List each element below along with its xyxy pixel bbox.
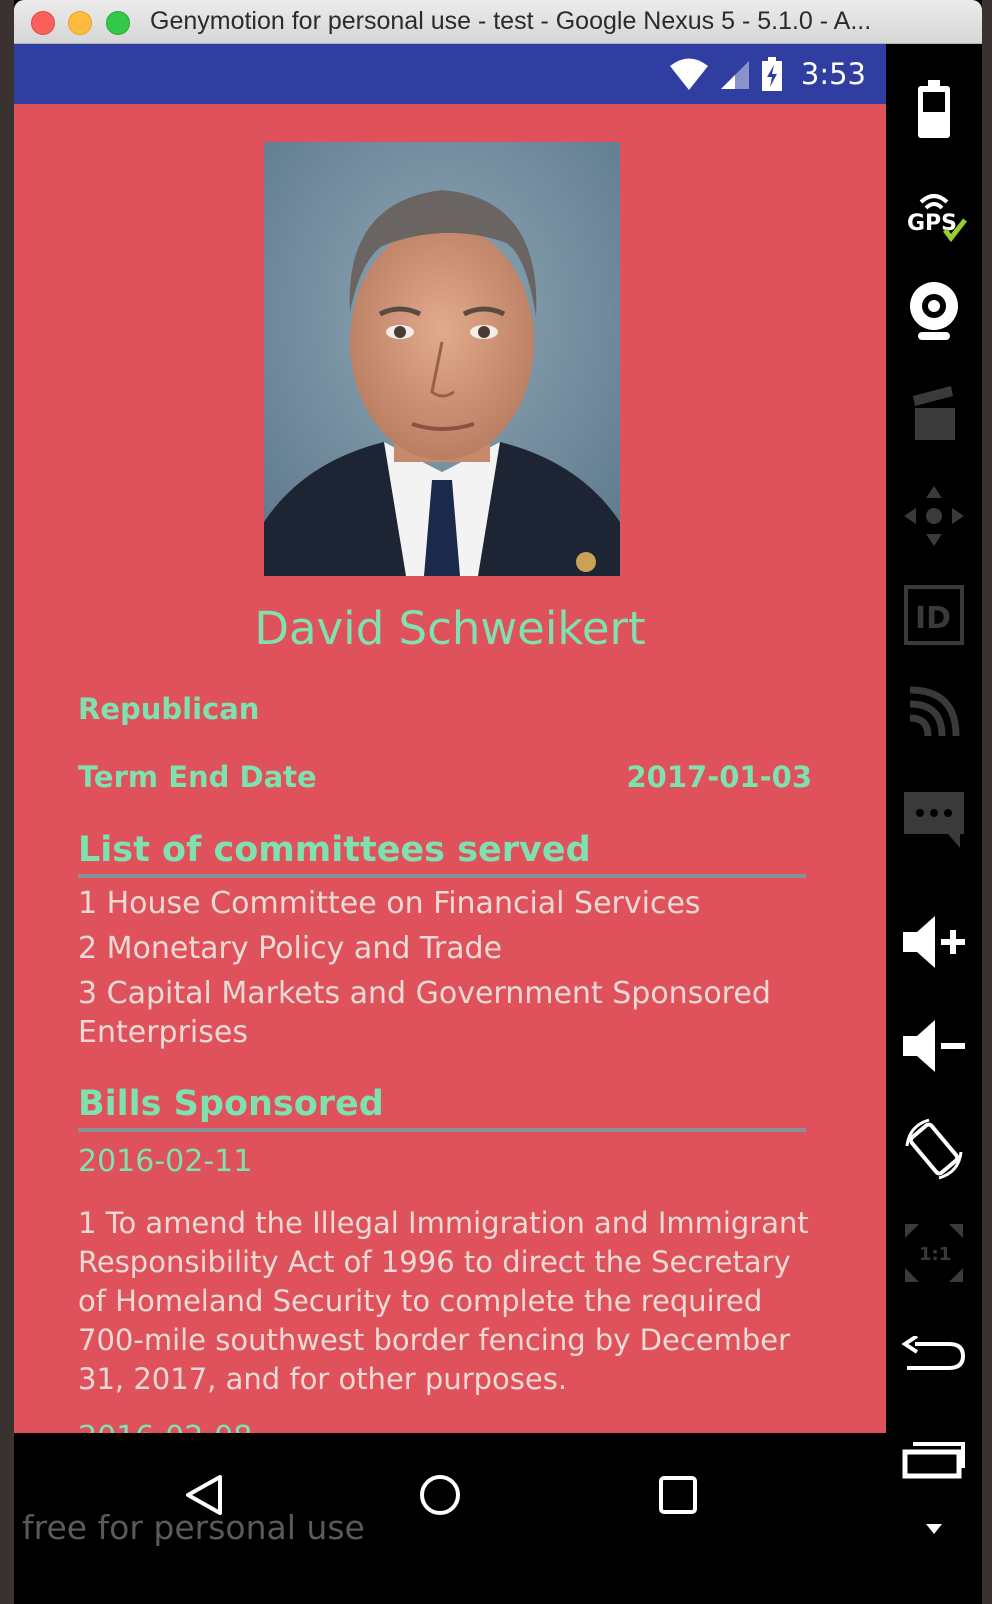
emulator-sidebar: GPS ID 1:1 (886, 44, 982, 1604)
cast-icon[interactable] (886, 684, 982, 740)
dpad-icon[interactable] (886, 484, 982, 548)
video-capture-icon[interactable] (886, 384, 982, 444)
list-item: 3 Capital Markets and Government Sponsor… (78, 976, 771, 1050)
webcam-icon[interactable] (886, 280, 982, 344)
home-nav-button[interactable] (418, 1473, 462, 1517)
watermark-text: free for personal use (22, 1508, 365, 1547)
title-bar: Genymotion for personal use - test - Goo… (14, 0, 982, 44)
minimize-window-button[interactable] (68, 11, 92, 35)
party-label: Republican (78, 692, 260, 726)
list-item: 2 Monetary Policy and Trade (78, 931, 503, 966)
term-end-label: Term End Date (78, 760, 317, 794)
volume-down-icon[interactable] (886, 1018, 982, 1074)
profile-photo (264, 142, 620, 576)
recents-nav-button[interactable] (656, 1473, 700, 1517)
close-window-button[interactable] (31, 11, 55, 35)
rotate-icon[interactable] (886, 1116, 982, 1182)
scale-icon[interactable]: 1:1 (886, 1220, 982, 1286)
list-item: 1 House Committee on Financial Services (78, 886, 701, 921)
status-time: 3:53 (800, 57, 866, 91)
back-icon[interactable] (886, 1336, 982, 1376)
bills-heading: Bills Sponsored (78, 1084, 384, 1124)
committees-list: 1 House Committee on Financial Services … (78, 884, 806, 1058)
svg-text:1:1: 1:1 (919, 1244, 951, 1265)
bill-title[interactable]: 1 To amend the Illegal Immigration and I… (78, 1204, 818, 1399)
status-bar: 3:53 (14, 44, 886, 104)
bills-divider (78, 1128, 806, 1132)
svg-text:ID: ID (915, 601, 951, 636)
wifi-icon (669, 58, 708, 90)
battery-charging-icon (761, 57, 782, 91)
committees-divider (78, 874, 806, 878)
zoom-window-button[interactable] (106, 11, 130, 35)
volume-up-icon[interactable] (886, 914, 982, 970)
device-screen: 3:53 David Schweikert Republican Term En… (14, 44, 886, 1477)
bill-date: 2016-02-11 (78, 1144, 253, 1179)
window-title: Genymotion for personal use - test - Goo… (150, 7, 872, 35)
term-end-value: 2017-01-03 (626, 760, 813, 794)
member-name: David Schweikert (254, 602, 646, 655)
recent-apps-icon[interactable] (886, 1440, 982, 1480)
battery-icon[interactable] (886, 80, 982, 140)
menu-icon[interactable] (886, 1522, 982, 1536)
gps-icon[interactable]: GPS (886, 184, 982, 244)
id-icon[interactable]: ID (886, 584, 982, 646)
sms-icon[interactable] (886, 788, 982, 852)
emulator-window: Genymotion for personal use - test - Goo… (14, 0, 982, 1604)
committees-heading: List of committees served (78, 830, 591, 870)
cell-signal-icon (720, 61, 749, 89)
